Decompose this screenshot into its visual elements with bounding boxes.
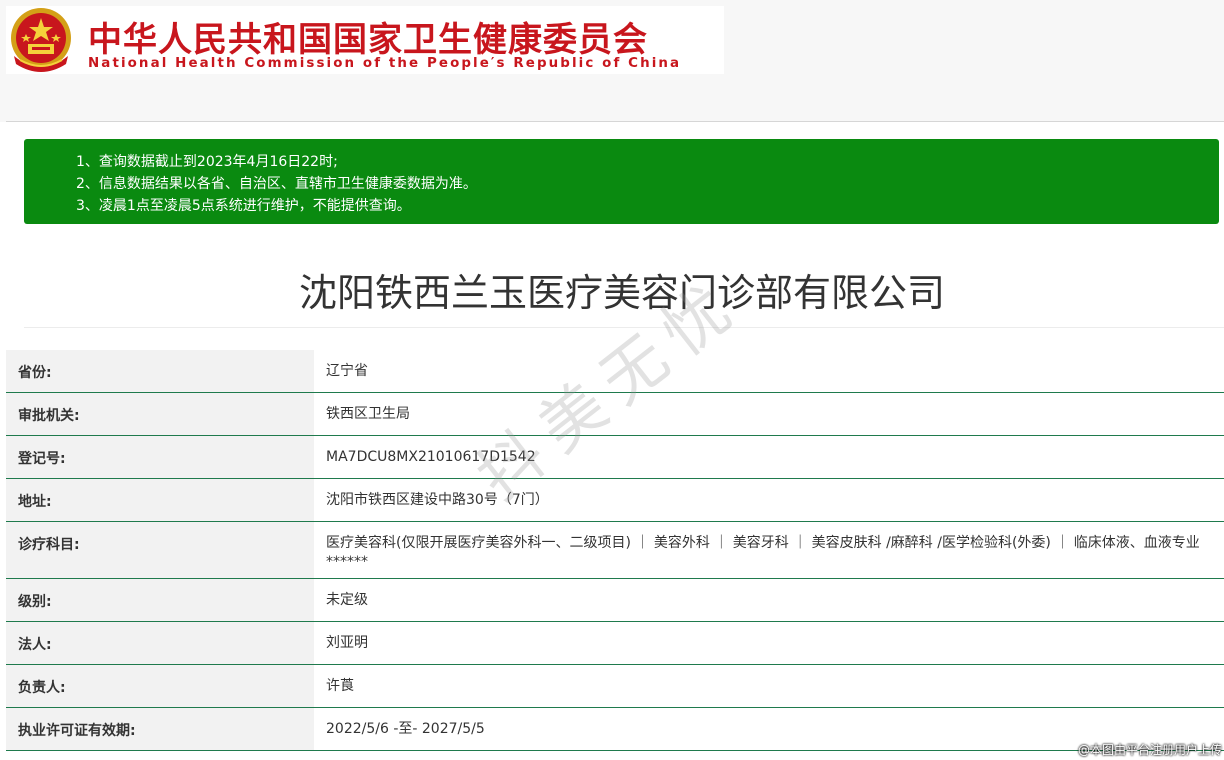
address-label: 地址: <box>6 479 314 521</box>
table-row: 登记号: MA7DCU8MX21010617D1542 <box>6 436 1224 479</box>
table-row: 执业许可证有效期: 2022/5/6 -至- 2027/5/5 <box>6 708 1224 751</box>
site-title-cn: 中华人民共和国国家卫生健康委员会 <box>88 20 648 60</box>
approval-authority-label: 审批机关: <box>6 393 314 435</box>
province-value: 辽宁省 <box>314 350 1224 392</box>
license-validity-label: 执业许可证有效期: <box>6 708 314 750</box>
company-name: 沈阳铁西兰玉医疗美容门诊部有限公司 <box>298 271 945 315</box>
registration-number-label: 登记号: <box>6 436 314 478</box>
person-in-charge-value: 许莨 <box>314 665 1224 707</box>
level-value: 未定级 <box>314 579 1224 621</box>
approval-authority-value: 铁西区卫生局 <box>314 393 1224 435</box>
departments-label: 诊疗科目: <box>6 522 314 578</box>
notice-line: 3、凌晨1点至凌晨5点系统进行维护，不能提供查询。 <box>76 198 411 214</box>
departments-value: 医疗美容科(仅限开展医疗美容外科一、二级项目) ｜ 美容外科 ｜ 美容牙科 ｜ … <box>314 522 1224 578</box>
table-row: 法人: 刘亚明 <box>6 622 1224 665</box>
person-in-charge-label: 负责人: <box>6 665 314 707</box>
table-row: 负责人: 许莨 <box>6 665 1224 708</box>
legal-person-value: 刘亚明 <box>314 622 1224 664</box>
registration-number-value: MA7DCU8MX21010617D1542 <box>314 436 1224 478</box>
table-row: 诊疗科目: 医疗美容科(仅限开展医疗美容外科一、二级项目) ｜ 美容外科 ｜ 美… <box>6 522 1224 579</box>
site-title-en: National Health Commission of the People… <box>88 56 682 71</box>
address-value: 沈阳市铁西区建设中路30号（7门） <box>314 479 1224 521</box>
notice-panel: 1、查询数据截止到2023年4月16日22时; 2、信息数据结果以各省、自治区、… <box>24 139 1219 224</box>
logo-banner[interactable]: 中华人民共和国国家卫生健康委员会 National Health Commiss… <box>6 6 724 74</box>
header-divider <box>6 121 1224 122</box>
info-table: 省份: 辽宁省 审批机关: 铁西区卫生局 登记号: MA7DCU8MX21010… <box>6 350 1224 751</box>
upload-credit: @本图由平台注册用户上传 <box>1077 743 1222 757</box>
title-divider <box>24 327 1224 328</box>
level-label: 级别: <box>6 579 314 621</box>
table-row: 省份: 辽宁省 <box>6 350 1224 393</box>
national-emblem-icon <box>11 8 71 72</box>
table-row: 地址: 沈阳市铁西区建设中路30号（7门） <box>6 479 1224 522</box>
notice-line: 1、查询数据截止到2023年4月16日22时; <box>76 154 338 170</box>
legal-person-label: 法人: <box>6 622 314 664</box>
table-row: 级别: 未定级 <box>6 579 1224 622</box>
site-header: 中华人民共和国国家卫生健康委员会 National Health Commiss… <box>0 0 1224 122</box>
notice-line: 2、信息数据结果以各省、自治区、直辖市卫生健康委数据为准。 <box>76 176 477 192</box>
table-row: 审批机关: 铁西区卫生局 <box>6 393 1224 436</box>
province-label: 省份: <box>6 350 314 392</box>
